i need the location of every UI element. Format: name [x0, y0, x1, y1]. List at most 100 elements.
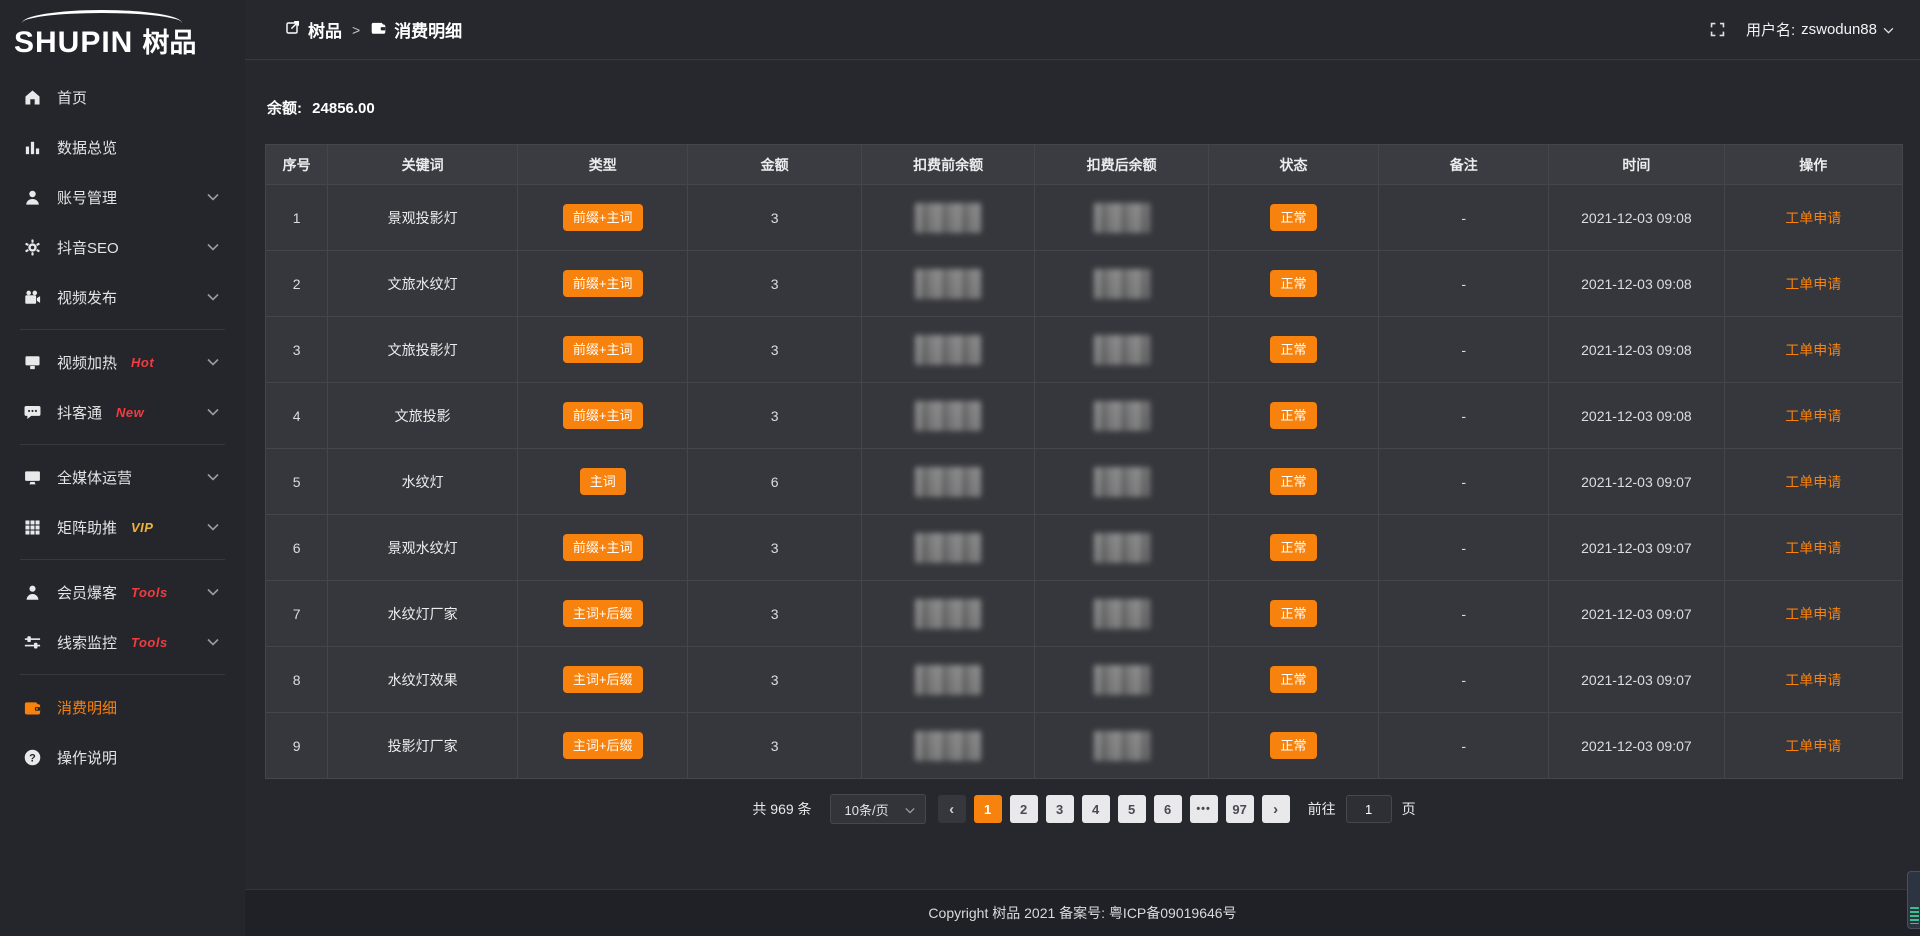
cell-index: 8	[266, 647, 328, 713]
breadcrumb-current[interactable]: 消费明细	[370, 17, 462, 42]
goto-label: 前往	[1308, 799, 1336, 819]
ticket-apply-link[interactable]: 工单申请	[1785, 408, 1841, 424]
tools-tag: Tools	[131, 585, 168, 600]
cell-keyword: 水纹灯厂家	[328, 581, 518, 647]
sidebar-item-member-baoke[interactable]: 会员爆客 Tools	[0, 567, 245, 617]
type-badge: 前缀+主词	[563, 534, 643, 561]
page-button-97[interactable]: 97	[1226, 795, 1254, 823]
cell-remark: -	[1379, 647, 1549, 713]
cell-amount: 3	[688, 251, 862, 317]
video-camera-icon	[22, 287, 42, 307]
ticket-apply-link[interactable]: 工单申请	[1785, 540, 1841, 556]
page-button-6[interactable]: 6	[1154, 795, 1182, 823]
cell-action: 工单申请	[1724, 449, 1903, 515]
sidebar-item-instructions[interactable]: ? 操作说明	[0, 732, 245, 782]
cell-balance-after	[1035, 515, 1209, 581]
status-badge: 正常	[1270, 600, 1316, 627]
cell-time: 2021-12-03 09:07	[1549, 581, 1724, 647]
sidebar-item-label: 视频加热	[57, 352, 117, 373]
cell-amount: 3	[688, 383, 862, 449]
sidebar-item-video-heating[interactable]: 视频加热 Hot	[0, 337, 245, 387]
page-button-4[interactable]: 4	[1082, 795, 1110, 823]
page-button-1[interactable]: 1	[974, 795, 1002, 823]
cell-index: 6	[266, 515, 328, 581]
breadcrumb-label: 消费明细	[394, 17, 462, 42]
blurred-balance-after	[1094, 203, 1150, 233]
sidebar-item-video-publish[interactable]: 视频发布	[0, 272, 245, 322]
page-button-2[interactable]: 2	[1010, 795, 1038, 823]
cell-amount: 3	[688, 515, 862, 581]
page-button-5[interactable]: 5	[1118, 795, 1146, 823]
ticket-apply-link[interactable]: 工单申请	[1785, 276, 1841, 292]
page-button-3[interactable]: 3	[1046, 795, 1074, 823]
cell-balance-before	[861, 647, 1035, 713]
fullscreen-button[interactable]	[1709, 21, 1726, 38]
cell-amount: 3	[688, 317, 862, 383]
consumption-table: 序号 关键词 类型 金额 扣费前余额 扣费后余额 状态 备注 时间 操作 1 景…	[265, 144, 1903, 779]
cell-remark: -	[1379, 515, 1549, 581]
cell-balance-before	[861, 185, 1035, 251]
sidebar-item-consumption-detail[interactable]: 消费明细	[0, 682, 245, 732]
sidebar-item-lead-monitoring[interactable]: 线索监控 Tools	[0, 617, 245, 667]
new-tag: New	[116, 405, 144, 420]
page-size-value: 10条/页	[845, 800, 889, 819]
blurred-balance-before	[915, 731, 981, 761]
cell-amount: 6	[688, 449, 862, 515]
ticket-apply-link[interactable]: 工单申请	[1785, 738, 1841, 754]
table-row: 1 景观投影灯 前缀+主词 3 正常 - 2021-12-03 09:08 工单…	[266, 185, 1903, 251]
pagination: 共 969 条 10条/页 ‹ 1 2 3 4 5 6 ••• 97 › 前往 …	[265, 794, 1903, 824]
sidebar-item-label: 操作说明	[57, 747, 117, 768]
type-badge: 前缀+主词	[563, 270, 643, 297]
balance: 余额: 24856.00	[267, 97, 1903, 118]
sidebar-item-douyin-seo[interactable]: 抖音SEO	[0, 222, 245, 272]
cell-balance-after	[1035, 581, 1209, 647]
sidebar-item-home[interactable]: 首页	[0, 72, 245, 122]
more-pages-button[interactable]: •••	[1190, 795, 1218, 823]
sidebar-item-label: 数据总览	[57, 137, 117, 158]
breadcrumb-home[interactable]: 树品	[285, 17, 342, 42]
cell-action: 工单申请	[1724, 383, 1903, 449]
cell-amount: 3	[688, 647, 862, 713]
ticket-apply-link[interactable]: 工单申请	[1785, 606, 1841, 622]
cell-keyword: 景观投影灯	[328, 185, 518, 251]
menu-divider	[20, 674, 225, 675]
cell-status: 正常	[1208, 185, 1378, 251]
cell-status: 正常	[1208, 383, 1378, 449]
chevron-down-icon	[1883, 21, 1894, 38]
status-badge: 正常	[1270, 402, 1316, 429]
sidebar-item-label: 线索监控	[57, 632, 117, 653]
ticket-apply-link[interactable]: 工单申请	[1785, 342, 1841, 358]
cell-index: 2	[266, 251, 328, 317]
cell-status: 正常	[1208, 515, 1378, 581]
cell-balance-before	[861, 251, 1035, 317]
cell-status: 正常	[1208, 317, 1378, 383]
sidebar-item-omnimedia-operation[interactable]: 全媒体运营	[0, 452, 245, 502]
logo-text-en: SHUPIN	[14, 26, 133, 60]
cell-type: 主词	[518, 449, 688, 515]
cell-remark: -	[1379, 317, 1549, 383]
status-badge: 正常	[1270, 534, 1316, 561]
cell-index: 5	[266, 449, 328, 515]
total-count: 共 969 条	[752, 799, 811, 819]
col-header-balance-before: 扣费前余额	[861, 145, 1035, 185]
page-size-select[interactable]: 10条/页	[830, 794, 926, 824]
user-menu[interactable]: 用户名: zswodun88	[1746, 19, 1894, 40]
menu-divider	[20, 559, 225, 560]
prev-page-button[interactable]: ‹	[938, 795, 966, 823]
cell-type: 前缀+主词	[518, 185, 688, 251]
sidebar-item-matrix-boost[interactable]: 矩阵助推 VIP	[0, 502, 245, 552]
sidebar-item-account-management[interactable]: 账号管理	[0, 172, 245, 222]
ticket-apply-link[interactable]: 工单申请	[1785, 474, 1841, 490]
ticket-apply-link[interactable]: 工单申请	[1785, 210, 1841, 226]
sidebar-item-data-overview[interactable]: 数据总览	[0, 122, 245, 172]
goto-page-input[interactable]	[1346, 795, 1392, 823]
chat-widget[interactable]	[1907, 871, 1920, 929]
col-header-status: 状态	[1208, 145, 1378, 185]
sidebar-item-doketong[interactable]: 抖客通 New	[0, 387, 245, 437]
blurred-balance-after	[1094, 335, 1150, 365]
table-header-row: 序号 关键词 类型 金额 扣费前余额 扣费后余额 状态 备注 时间 操作	[266, 145, 1903, 185]
next-page-button[interactable]: ›	[1262, 795, 1290, 823]
col-header-type: 类型	[518, 145, 688, 185]
cell-time: 2021-12-03 09:08	[1549, 317, 1724, 383]
ticket-apply-link[interactable]: 工单申请	[1785, 672, 1841, 688]
